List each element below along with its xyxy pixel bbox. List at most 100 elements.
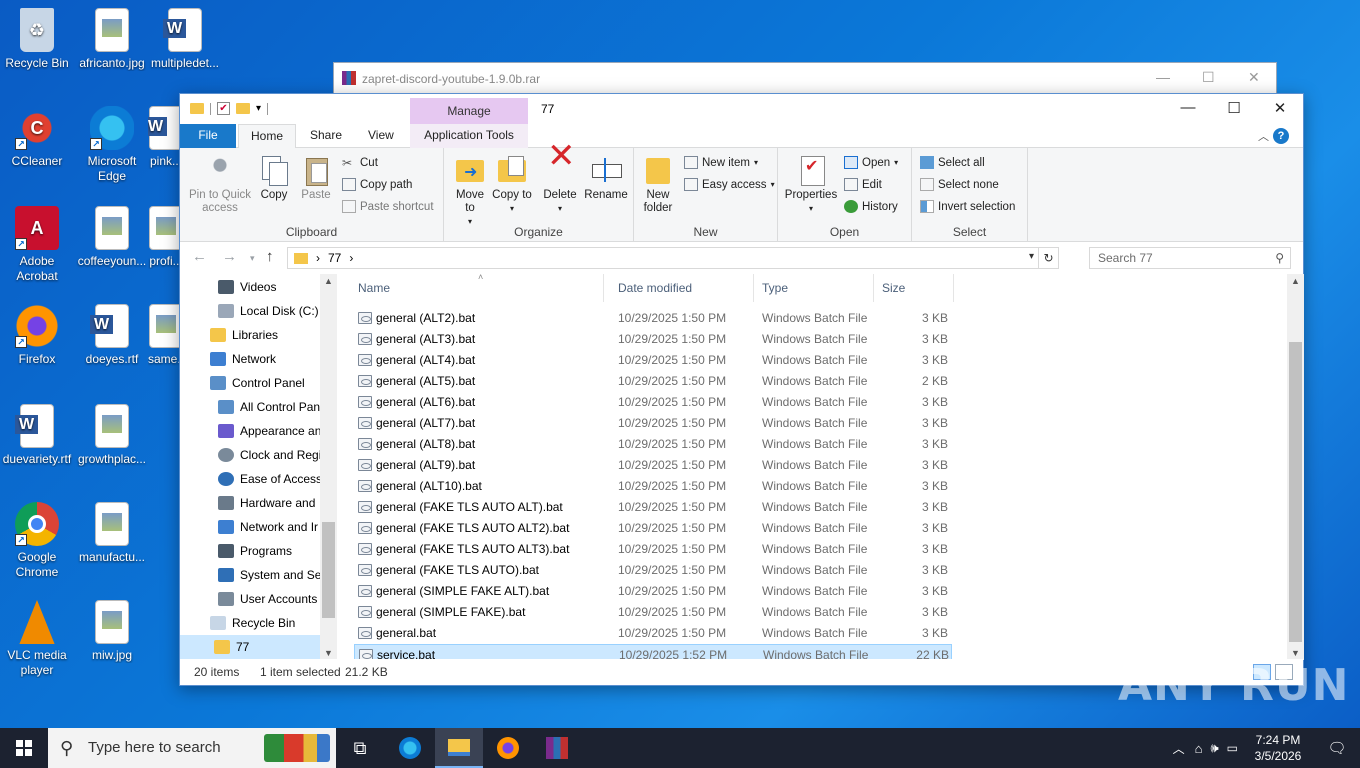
table-row[interactable]: general (ALT3).bat 10/29/2025 1:50 PM Wind… <box>354 329 952 350</box>
table-row[interactable]: general (ALT5).bat 10/29/2025 1:50 PM Wind… <box>354 371 952 392</box>
desktop-icon-miw[interactable]: miw.jpg <box>75 600 149 663</box>
easy-access-button[interactable]: Easy access ▾ <box>684 178 775 191</box>
desktop-icon-multipledet[interactable]: W multipledet... <box>148 8 222 71</box>
copy-to-button[interactable]: Copy to ▾ <box>492 154 532 215</box>
desktop-icon-growthplac[interactable]: growthplac... <box>75 404 149 467</box>
table-row[interactable]: general (FAKE TLS AUTO ALT).bat 10/29/202… <box>354 497 952 518</box>
address-dropdown-icon[interactable]: ▾ <box>1029 251 1034 262</box>
table-row[interactable]: general (ALT7).bat 10/29/2025 1:50 PM Wind… <box>354 413 952 434</box>
desktop-icon-edge[interactable]: ↗ Microsoft Edge <box>75 106 149 184</box>
table-row[interactable]: general (FAKE TLS AUTO).bat 10/29/2025 1:… <box>354 560 952 581</box>
up-arrow-icon[interactable]: ↑ <box>266 248 274 265</box>
tab-file[interactable]: File <box>180 124 236 148</box>
copy-button[interactable]: Copy <box>256 154 292 202</box>
desktop-icon-africanto[interactable]: africanto.jpg <box>75 8 149 71</box>
table-row[interactable]: general (ALT4).bat 10/29/2025 1:50 PM Wind… <box>354 350 952 371</box>
table-row[interactable]: general (SIMPLE FAKE).bat 10/29/2025 1:50… <box>354 602 952 623</box>
nav-item-all-control-panel[interactable]: All Control Pan <box>218 395 320 419</box>
select-none-button[interactable]: Select none <box>920 178 999 191</box>
volume-icon[interactable]: 🕪 <box>1210 740 1218 756</box>
table-row[interactable]: general.bat 10/29/2025 1:50 PM Windows Bat… <box>354 623 952 644</box>
scroll-down-icon[interactable]: ▼ <box>324 648 333 658</box>
nav-scrollbar-thumb[interactable] <box>322 522 335 618</box>
paste-button[interactable]: Paste <box>298 154 334 202</box>
desktop-icon-recycle-bin[interactable]: ♻ Recycle Bin <box>0 8 74 71</box>
scroll-up-icon[interactable]: ▲ <box>1291 276 1300 286</box>
address-bar[interactable]: › 77 › ▾ ↻ <box>287 247 1059 269</box>
table-row[interactable]: general (FAKE TLS AUTO ALT3).bat 10/29/20… <box>354 539 952 560</box>
back-arrow-icon[interactable]: ← <box>192 248 207 265</box>
close-icon[interactable]: ✕ <box>1257 99 1303 117</box>
help-icon[interactable]: ? <box>1273 128 1289 144</box>
start-button[interactable] <box>0 728 48 768</box>
network-tray-icon[interactable]: ⌂ <box>1195 741 1203 756</box>
pin-quick-access-button[interactable]: Pin to Quick access <box>186 154 254 215</box>
file-list[interactable]: Name Date modified Type Size ˄ general (… <box>338 272 1304 665</box>
desktop-icon-vlc[interactable]: VLC media player <box>0 600 74 678</box>
search-input[interactable]: Search 77 ⚲ <box>1089 247 1291 269</box>
column-header-size[interactable]: Size <box>874 274 954 302</box>
desktop-icon-manufactu[interactable]: manufactu... <box>75 502 149 565</box>
rename-button[interactable]: Rename <box>584 154 628 202</box>
copy-path-button[interactable]: Copy path <box>342 178 412 191</box>
table-row[interactable]: general (ALT2).bat 10/29/2025 1:50 PM Wind… <box>354 308 952 329</box>
properties-button[interactable]: Properties▾ <box>784 154 838 215</box>
new-folder-qat-icon[interactable] <box>236 103 250 114</box>
nav-item-clock-region[interactable]: Clock and Regi <box>218 443 320 467</box>
taskbar-search[interactable]: ⚲ Type here to search <box>48 728 336 768</box>
column-header-name[interactable]: Name <box>350 274 604 302</box>
nav-item-libraries[interactable]: Libraries <box>210 323 278 347</box>
desktop-icon-ccleaner[interactable]: C ↗ CCleaner <box>0 106 74 169</box>
desktop-icon-acrobat[interactable]: A ↗ Adobe Acrobat <box>0 206 74 284</box>
clock[interactable]: 7:24 PM 3/5/2026 <box>1242 732 1314 764</box>
minimize-icon[interactable]: — <box>1156 69 1170 85</box>
column-header-type[interactable]: Type <box>754 274 874 302</box>
paste-shortcut-button[interactable]: Paste shortcut <box>342 200 434 213</box>
desktop-icon-firefox[interactable]: ↗ Firefox <box>0 304 74 367</box>
tab-home[interactable]: Home <box>238 124 297 149</box>
desktop-icon-chrome[interactable]: ↗ Google Chrome <box>0 502 74 580</box>
keyboard-icon[interactable]: ▭ <box>1227 741 1238 755</box>
history-button[interactable]: History <box>844 200 898 213</box>
column-header-date[interactable]: Date modified <box>610 274 754 302</box>
delete-button[interactable]: Delete▾ <box>540 150 580 215</box>
nav-item-network[interactable]: Network <box>210 347 276 371</box>
nav-item-user-accounts[interactable]: User Accounts <box>218 587 320 611</box>
title-bar[interactable]: ✔ ▾ Manage 77 — ☐ ✕ <box>180 94 1303 124</box>
nav-item-local-disk[interactable]: Local Disk (C:) <box>218 299 319 323</box>
table-row[interactable]: general (ALT9).bat 10/29/2025 1:50 PM Wind… <box>354 455 952 476</box>
forward-arrow-icon[interactable]: → <box>222 248 237 265</box>
file-list-scrollbar-thumb[interactable] <box>1289 342 1302 642</box>
explorer-window[interactable]: ✔ ▾ Manage 77 — ☐ ✕ File Home Share View… <box>179 93 1304 686</box>
table-row[interactable]: general (SIMPLE FAKE ALT).bat 10/29/2025 … <box>354 581 952 602</box>
nav-item-recycle-bin[interactable]: Recycle Bin <box>210 611 295 635</box>
tab-share[interactable]: Share <box>298 124 354 148</box>
maximize-icon[interactable]: ☐ <box>1211 99 1257 117</box>
edit-button[interactable]: Edit <box>844 178 882 191</box>
table-row[interactable]: general (ALT10).bat 10/29/2025 1:50 PM Win… <box>354 476 952 497</box>
tab-application-tools[interactable]: Application Tools <box>410 124 528 148</box>
task-view-button[interactable]: ⧉ <box>336 728 384 768</box>
recent-locations-icon[interactable]: ▾ <box>250 253 255 264</box>
show-hidden-icons-icon[interactable]: ︿ <box>1173 740 1185 757</box>
minimize-icon[interactable]: — <box>1165 99 1211 116</box>
properties-qat-icon[interactable]: ✔ <box>217 102 230 115</box>
nav-scrollbar[interactable]: ▲ ▼ <box>320 274 337 660</box>
nav-item-system-security[interactable]: System and Se <box>218 563 320 587</box>
invert-selection-button[interactable]: Invert selection <box>920 200 1015 213</box>
desktop-icon-coffeeyoun[interactable]: coffeeyoun... <box>75 206 149 269</box>
scroll-down-icon[interactable]: ▼ <box>1291 648 1300 658</box>
nav-item-videos[interactable]: Videos <box>218 275 276 299</box>
nav-item-programs[interactable]: Programs <box>218 539 320 563</box>
desktop-icon-duevariety[interactable]: W duevariety.rtf <box>0 404 74 467</box>
taskbar-file-explorer[interactable] <box>435 728 483 768</box>
manage-contextual-tab[interactable]: Manage <box>410 98 528 124</box>
nav-item-ease-of-access[interactable]: Ease of Access <box>218 467 320 491</box>
navigation-pane[interactable]: Videos Local Disk (C:) Libraries Network… <box>180 274 338 660</box>
tab-view[interactable]: View <box>356 124 406 148</box>
new-item-button[interactable]: New item ▾ <box>684 156 758 169</box>
open-button[interactable]: Open ▾ <box>844 156 898 169</box>
nav-item-77[interactable]: 77 <box>180 635 320 659</box>
nav-item-control-panel[interactable]: Control Panel <box>210 371 305 395</box>
refresh-icon[interactable]: ↻ <box>1038 248 1058 268</box>
